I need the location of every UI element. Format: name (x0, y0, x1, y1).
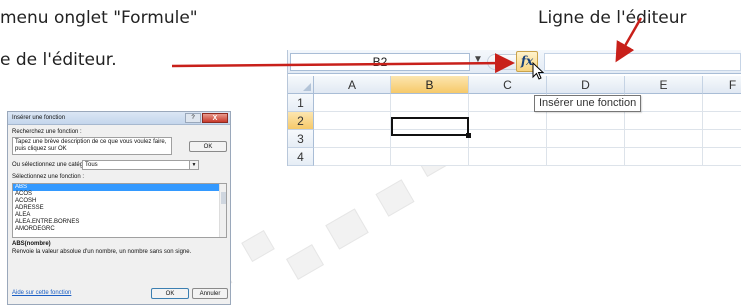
list-item[interactable]: ACOSH (13, 198, 226, 205)
search-ok-button[interactable]: OK (189, 141, 227, 152)
help-button[interactable]: ? (185, 113, 201, 123)
category-select[interactable]: Tous ▼ (82, 160, 199, 170)
list-item[interactable]: ADRESSE (13, 205, 226, 212)
function-signature: ABS(nombre) (12, 241, 51, 247)
list-item[interactable]: ALEA (13, 212, 226, 219)
dialog-title-bar: Insérer une fonction ? X (8, 112, 230, 125)
ok-button[interactable]: OK (151, 288, 189, 299)
search-label: Recherchez une fonction : (12, 129, 82, 135)
arrow-to-fx-button (171, 53, 515, 74)
dialog-title: Insérer une fonction (12, 115, 66, 121)
category-value: Tous (85, 162, 98, 168)
arrow-to-editor-line (615, 17, 643, 63)
chevron-down-icon[interactable]: ▼ (189, 161, 198, 169)
help-link[interactable]: Aide sur cette fonction (12, 290, 71, 296)
search-input[interactable]: Tapez une brève description de ce que vo… (12, 137, 172, 155)
list-item[interactable]: ACOS (13, 191, 226, 198)
cancel-button[interactable]: Annuler (192, 288, 228, 299)
list-item-abs[interactable]: ABS (13, 184, 226, 191)
function-description: Renvoie la valeur absolue d'un nombre, u… (12, 249, 192, 255)
list-item[interactable]: ALEA.ENTRE.BORNES (13, 219, 226, 226)
close-button[interactable]: X (202, 113, 228, 123)
list-scrollbar[interactable] (219, 184, 226, 237)
function-select-label: Sélectionnez une fonction : (12, 174, 85, 180)
insert-function-dialog: Insérer une fonction ? X Recherchez une … (7, 111, 231, 305)
list-item[interactable]: AMORDEGRC (13, 226, 226, 233)
function-list[interactable]: ABS ACOS ACOSH ADRESSE ALEA ALEA.ENTRE.B… (12, 183, 227, 238)
